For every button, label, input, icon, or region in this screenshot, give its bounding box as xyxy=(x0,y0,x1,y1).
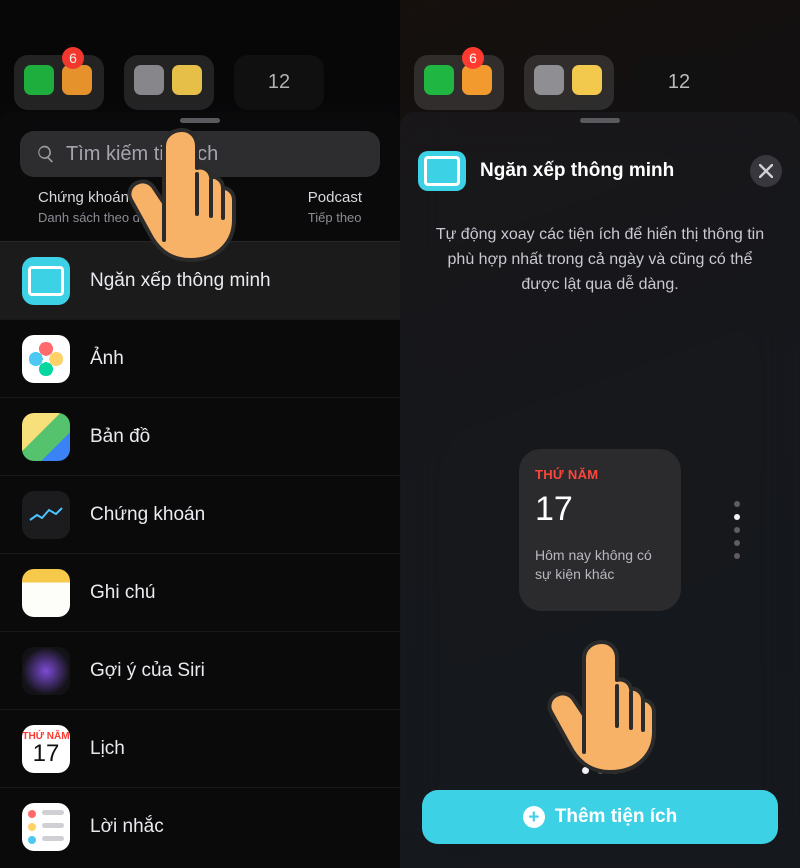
list-item-label: Lời nhắc xyxy=(90,816,164,838)
detail-title: Ngăn xếp thông minh xyxy=(480,160,736,182)
widget-source-list[interactable]: Ngăn xếp thông minh Ảnh Bản đồ Chứng kho… xyxy=(0,241,400,868)
plus-icon: + xyxy=(523,806,545,828)
home-screen-preview: 6 12 xyxy=(14,55,386,110)
list-item-stocks[interactable]: Chứng khoán xyxy=(0,475,400,553)
clock-widget-preview: 12 xyxy=(234,55,324,110)
list-item-label: Chứng khoán xyxy=(90,504,205,526)
smart-stack-icon xyxy=(418,151,466,191)
list-item-label: Bản đồ xyxy=(90,426,150,448)
widget-day-number: 17 xyxy=(535,492,665,526)
list-item-calendar[interactable]: THỨ NĂM 17 Lịch xyxy=(0,709,400,787)
search-input[interactable]: Tìm kiếm tiện ích xyxy=(20,131,380,177)
widget-no-events: Hôm nay không có sự kiện khác xyxy=(535,546,665,584)
list-item-label: Ghi chú xyxy=(90,582,155,604)
list-item-siri-suggestions[interactable]: Gợi ý của Siri xyxy=(0,631,400,709)
featured-widget-stocks[interactable]: Chứng khoán Danh sách theo dõi xyxy=(38,189,150,225)
list-item-label: Ảnh xyxy=(90,348,124,370)
search-icon xyxy=(36,144,56,164)
featured-widget-podcasts[interactable]: Podcast Tiếp theo xyxy=(308,189,362,225)
photos-icon xyxy=(22,335,70,383)
close-icon xyxy=(759,164,773,178)
stocks-icon xyxy=(22,491,70,539)
home-folder: 6 xyxy=(414,55,504,110)
smart-stack-detail-sheet: Ngăn xếp thông minh Tự động xoay các tiệ… xyxy=(400,112,800,868)
notes-icon xyxy=(22,569,70,617)
calendar-widget-preview: THỨ NĂM 17 Hôm nay không có sự kiện khác xyxy=(519,449,681,611)
maps-icon xyxy=(22,413,70,461)
size-page-indicator xyxy=(582,767,619,774)
sheet-grabber[interactable] xyxy=(580,118,620,123)
home-folder xyxy=(524,55,614,110)
reminders-icon xyxy=(22,803,70,851)
detail-header: Ngăn xếp thông minh xyxy=(400,131,800,199)
list-item-smart-stack[interactable]: Ngăn xếp thông minh xyxy=(0,241,400,319)
clock-widget-preview: 12 xyxy=(634,55,724,110)
search-placeholder: Tìm kiếm tiện ích xyxy=(66,143,218,166)
list-item-label: Lịch xyxy=(90,738,125,760)
close-button[interactable] xyxy=(750,155,782,187)
widget-preview-carousel[interactable]: THỨ NĂM 17 Hôm nay không có sự kiện khác xyxy=(400,297,800,763)
stack-page-indicator-vertical xyxy=(734,501,740,559)
sheet-grabber[interactable] xyxy=(180,118,220,123)
siri-icon xyxy=(22,647,70,695)
list-item-photos[interactable]: Ảnh xyxy=(0,319,400,397)
list-item-label: Gợi ý của Siri xyxy=(90,660,205,682)
widget-gallery-sheet: Tìm kiếm tiện ích Chứng khoán Danh sách … xyxy=(0,112,400,868)
add-widget-button[interactable]: + Thêm tiện ích xyxy=(422,790,778,844)
list-item-label: Ngăn xếp thông minh xyxy=(90,270,271,292)
badge-count: 6 xyxy=(462,47,484,69)
detail-subtitle: Tự động xoay các tiện ích để hiển thị th… xyxy=(428,223,772,297)
add-widget-label: Thêm tiện ích xyxy=(555,806,677,828)
widget-weekday: THỨ NĂM xyxy=(535,467,665,482)
calendar-icon: THỨ NĂM 17 xyxy=(22,725,70,773)
smart-stack-icon xyxy=(22,257,70,305)
widget-detail-screen: 6 12 Ngăn xếp thông minh Tự động xoay cá… xyxy=(400,0,800,868)
badge-count: 6 xyxy=(62,47,84,69)
widget-gallery-list-screen: 6 12 Tìm kiếm tiện ích Chứng khoán Danh … xyxy=(0,0,400,868)
featured-widgets-row: Chứng khoán Danh sách theo dõi Podcast T… xyxy=(0,189,400,241)
list-item-notes[interactable]: Ghi chú xyxy=(0,553,400,631)
list-item-maps[interactable]: Bản đồ xyxy=(0,397,400,475)
list-item-reminders[interactable]: Lời nhắc xyxy=(0,787,400,865)
home-folder xyxy=(124,55,214,110)
home-screen-preview: 6 12 xyxy=(414,55,786,110)
home-folder: 6 xyxy=(14,55,104,110)
